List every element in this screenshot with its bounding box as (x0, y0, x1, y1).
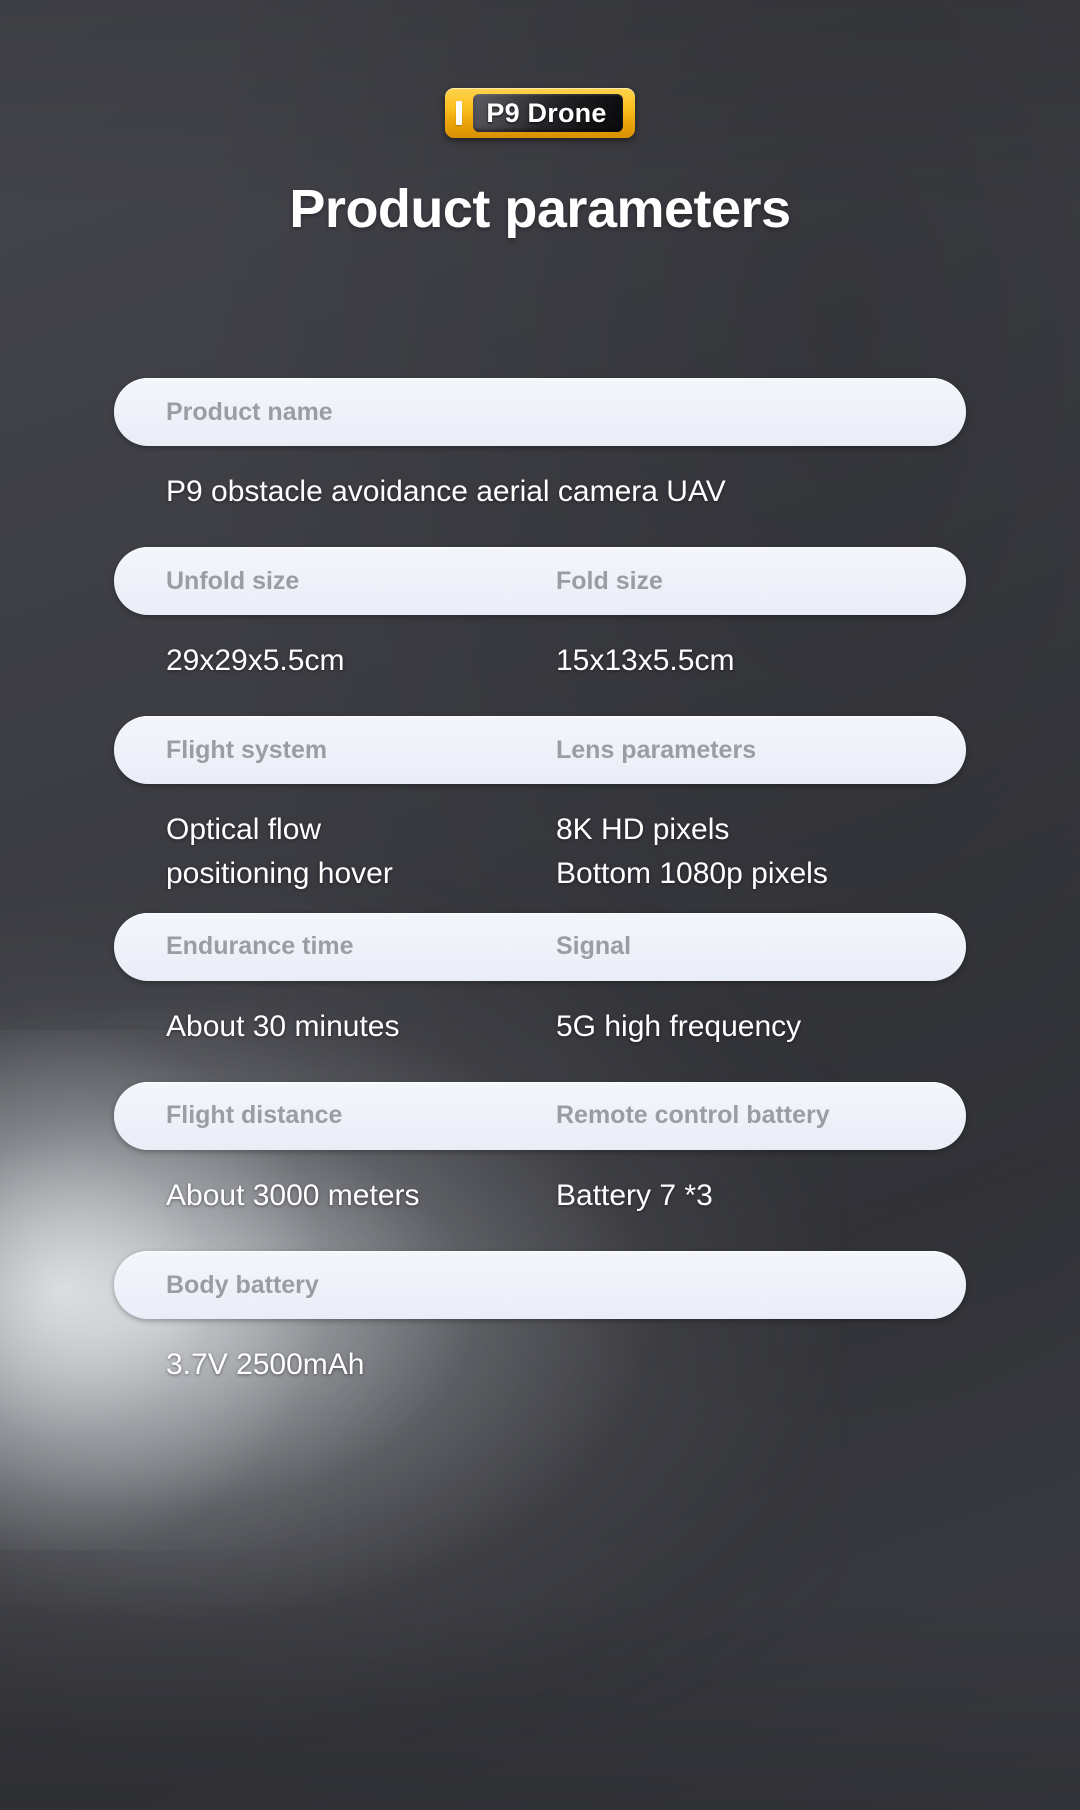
spec-value: Optical flow positioning hover (166, 813, 393, 890)
spec-label: Lens parameters (556, 735, 757, 764)
spec-block: Flight system Lens parameters Optical flow… (114, 716, 966, 894)
spec-value-row: About 3000 meters Battery 7 *3 (114, 1174, 966, 1217)
brand-badge-label: P9 Drone (486, 97, 607, 128)
spec-value: 3.7V 2500mAh (166, 1348, 365, 1382)
spec-value: 8K HD pixels Bottom 1080p pixels (556, 813, 828, 890)
spec-value-row: Optical flow positioning hover 8K HD pixe… (114, 808, 966, 894)
spec-value: P9 obstacle avoidance aerial camera UAV (166, 475, 726, 508)
spec-label: Flight system (166, 735, 328, 764)
spec-block: Product name P9 obstacle avoidance aerial… (114, 378, 966, 513)
spec-label-pill: Flight distance Remote control battery (114, 1081, 966, 1150)
spec-value: Battery 7 *3 (556, 1178, 713, 1212)
spec-label-pill: Body battery (114, 1251, 966, 1320)
spec-value-row: P9 obstacle avoidance aerial camera UAV (114, 470, 966, 513)
spec-value-row: 3.7V 2500mAh (114, 1343, 966, 1386)
spec-value: About 30 minutes (166, 1009, 400, 1043)
spec-label: Remote control battery (556, 1101, 830, 1130)
spec-list: Product name P9 obstacle avoidance aerial… (114, 378, 966, 1420)
product-parameters-page: P9 Drone Product parameters Product name… (0, 0, 1080, 1810)
spec-block: Unfold size Fold size 29x29x5.5cm 15x13x5.5… (114, 547, 966, 682)
spec-label: Unfold size (166, 566, 300, 595)
spec-block: Flight distance Remote control battery Abo… (114, 1081, 966, 1217)
spec-label: Product name (166, 397, 333, 426)
spec-value: 15x13x5.5cm (556, 644, 735, 678)
spec-label: Signal (556, 932, 632, 961)
brand-badge-container: P9 Drone (0, 88, 1080, 138)
brand-badge: P9 Drone (445, 88, 635, 138)
spec-value: 5G high frequency (556, 1009, 802, 1043)
spec-block: Body battery 3.7V 2500mAh (114, 1251, 966, 1386)
spec-label-pill: Unfold size Fold size (114, 547, 966, 616)
spec-label-pill: Endurance time Signal (114, 912, 966, 981)
vertical-bar-icon (445, 101, 473, 125)
spec-block: Endurance time Signal About 30 minutes 5G h… (114, 912, 966, 1048)
spec-value: About 3000 meters (166, 1178, 420, 1212)
spec-label-pill: Product name (114, 378, 966, 446)
spec-label: Endurance time (166, 932, 354, 961)
spec-value-row: About 30 minutes 5G high frequency (114, 1005, 966, 1048)
brand-badge-inner: P9 Drone (473, 94, 623, 132)
spec-label: Body battery (166, 1270, 319, 1299)
spec-value: 29x29x5.5cm (166, 644, 345, 678)
spec-value-row: 29x29x5.5cm 15x13x5.5cm (114, 639, 966, 682)
page-title: Product parameters (289, 179, 791, 239)
spec-label: Flight distance (166, 1101, 343, 1130)
spec-label: Fold size (556, 566, 663, 595)
spec-label-pill: Flight system Lens parameters (114, 716, 966, 785)
